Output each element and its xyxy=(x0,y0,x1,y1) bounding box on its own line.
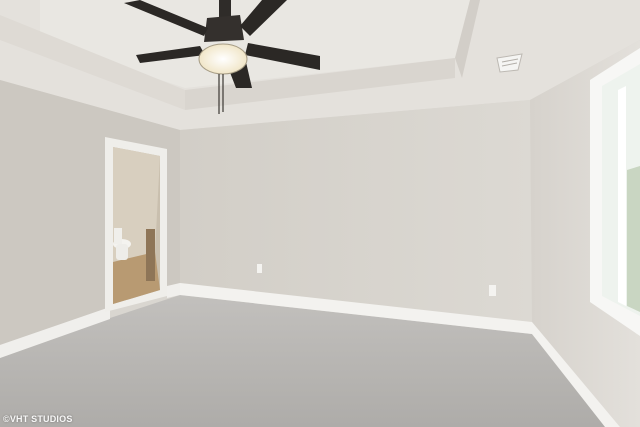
toilet-base xyxy=(116,244,128,260)
room-scene xyxy=(0,0,640,427)
wall-outlet-right xyxy=(489,285,496,296)
bathroom-vanity xyxy=(146,229,155,281)
window-sash xyxy=(618,86,626,306)
window-greenery xyxy=(627,166,640,312)
bedroom-photo: ©VHT STUDIOS xyxy=(0,0,640,427)
toilet-tank xyxy=(114,228,122,244)
photo-watermark: ©VHT STUDIOS xyxy=(3,414,73,424)
wall-outlet xyxy=(257,264,262,273)
back-wall xyxy=(180,100,532,322)
fan-light-icon xyxy=(198,43,248,75)
